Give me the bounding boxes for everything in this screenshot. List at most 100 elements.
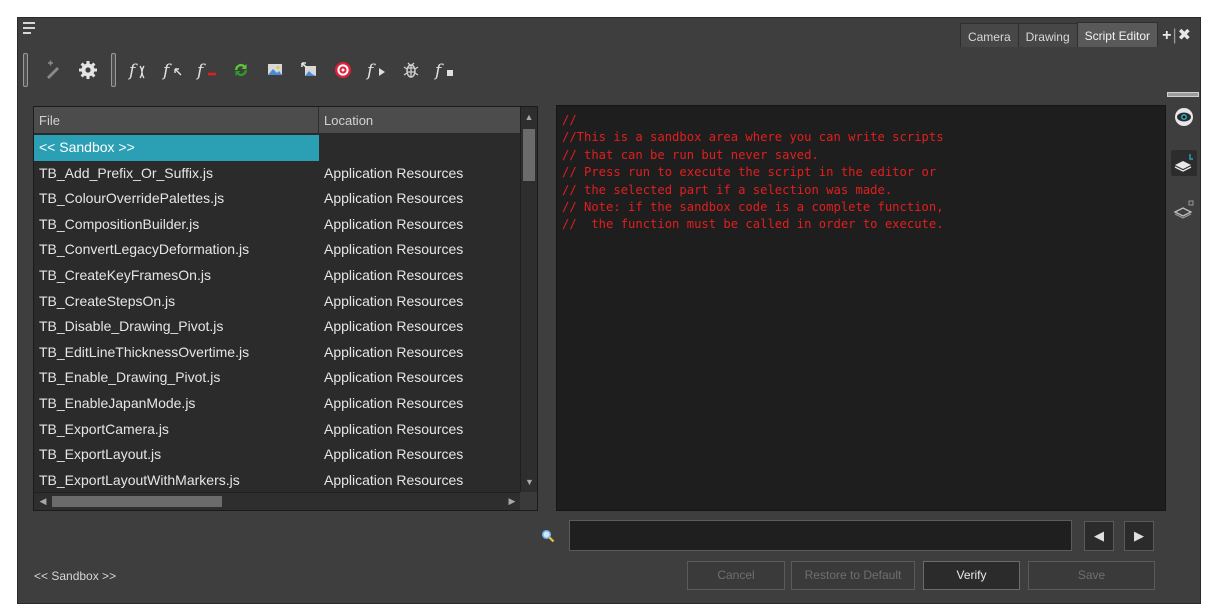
- svg-text:f: f: [196, 61, 206, 80]
- refresh-icon[interactable]: [224, 53, 258, 87]
- table-row[interactable]: TB_ExportLayoutWithMarkers.js Application…: [34, 468, 521, 494]
- toolbar: f f f f f: [23, 51, 462, 89]
- run-function-icon[interactable]: f: [360, 53, 394, 87]
- vertical-scroll-thumb[interactable]: [523, 129, 535, 181]
- export-icon[interactable]: [292, 53, 326, 87]
- search-input[interactable]: [569, 520, 1072, 551]
- table-row[interactable]: TB_CreateStepsOn.js Application Resources: [34, 289, 521, 315]
- table-row[interactable]: TB_ColourOverridePalettes.js Application …: [34, 186, 521, 212]
- file-location-cell: Application Resources: [324, 420, 464, 437]
- file-name-cell: TB_CompositionBuilder.js: [39, 215, 200, 232]
- restore-to-default-button[interactable]: Restore to Default: [791, 561, 915, 590]
- verify-button[interactable]: Verify: [923, 561, 1020, 590]
- code-line: // Press run to execute the script in th…: [562, 165, 937, 180]
- svg-text:f: f: [366, 61, 376, 80]
- table-body: << Sandbox >> TB_Add_Prefix_Or_Suffix.js A…: [34, 135, 521, 493]
- svg-text:f: f: [434, 61, 444, 80]
- next-match-button[interactable]: ▶: [1124, 521, 1154, 551]
- stop-function-icon[interactable]: f: [428, 53, 462, 87]
- file-name-cell: TB_Add_Prefix_Or_Suffix.js: [39, 164, 214, 181]
- layer-light-table-icon[interactable]: [1171, 150, 1197, 176]
- column-header-file[interactable]: File: [34, 107, 319, 133]
- file-name-cell: TB_Disable_Drawing_Pivot.js: [39, 318, 224, 335]
- side-toolbar-grip[interactable]: [1167, 92, 1199, 97]
- toolbar-grip-handle[interactable]: [23, 53, 28, 87]
- close-tab-icon[interactable]: ✖: [1178, 27, 1192, 44]
- table-row[interactable]: TB_Disable_Drawing_Pivot.js Application R…: [34, 314, 521, 340]
- tab-script-editor[interactable]: Script Editor: [1076, 22, 1158, 47]
- table-row[interactable]: TB_Add_Prefix_Or_Suffix.js Application Re…: [34, 161, 521, 187]
- previous-match-button[interactable]: ◀: [1084, 521, 1114, 551]
- scrollbar-corner: [520, 492, 537, 510]
- search-icon: [541, 529, 555, 543]
- tab-camera[interactable]: Camera: [959, 23, 1019, 47]
- code-editor[interactable]: // //This is a sandbox area where you can…: [556, 105, 1166, 511]
- file-name-cell: TB_EnableJapanMode.js: [39, 394, 196, 411]
- file-location-cell: Application Resources: [324, 190, 464, 207]
- code-line: // the selected part if a selection was …: [562, 182, 893, 197]
- file-location-cell: Application Resources: [324, 292, 464, 309]
- file-location-cell: [319, 135, 521, 161]
- file-name-cell: TB_ConvertLegacyDeformation.js: [39, 241, 250, 258]
- panel-menu-icon[interactable]: [23, 22, 39, 40]
- table-row[interactable]: TB_EditLineThicknessOvertime.js Applicati…: [34, 340, 521, 366]
- table-row[interactable]: TB_ExportCamera.js Application Resources: [34, 417, 521, 443]
- file-location-cell: Application Resources: [324, 241, 464, 258]
- horizontal-scroll-thumb[interactable]: [52, 496, 222, 507]
- cancel-button[interactable]: Cancel: [687, 561, 785, 590]
- vertical-scrollbar[interactable]: ▲ ▼: [520, 107, 537, 492]
- scroll-right-icon[interactable]: ▶: [503, 493, 521, 510]
- script-editor-window: Camera Drawing Script Editor +|✖ f f f f…: [17, 17, 1201, 604]
- horizontal-scrollbar[interactable]: ◀ ▶: [34, 492, 521, 510]
- settings-gear-icon[interactable]: [71, 53, 105, 87]
- file-location-cell: Application Resources: [324, 369, 464, 386]
- tab-actions: +|✖: [1162, 25, 1192, 45]
- table-row[interactable]: TB_ExportLayout.js Application Resources: [34, 442, 521, 468]
- column-header-location[interactable]: Location: [319, 107, 521, 133]
- tab-drawing[interactable]: Drawing: [1017, 23, 1078, 47]
- svg-text:f: f: [162, 61, 172, 80]
- script-file-table: File Location << Sandbox >> TB_Add_Prefix…: [33, 106, 538, 511]
- target-icon[interactable]: [326, 53, 360, 87]
- file-location-cell: Application Resources: [324, 446, 464, 463]
- eye-icon[interactable]: [1171, 104, 1197, 130]
- table-row[interactable]: << Sandbox >>: [34, 135, 521, 161]
- table-row[interactable]: TB_Enable_Drawing_Pivot.js Application Re…: [34, 365, 521, 391]
- save-button[interactable]: Save: [1028, 561, 1155, 590]
- code-line: // Note: if the sandbox code is a comple…: [562, 200, 944, 215]
- toolbar-separator: [111, 53, 116, 87]
- file-location-cell: Application Resources: [324, 215, 464, 232]
- new-script-icon[interactable]: [37, 53, 71, 87]
- delete-function-icon[interactable]: f: [190, 53, 224, 87]
- file-location-cell: Application Resources: [324, 394, 464, 411]
- table-row[interactable]: TB_CreateKeyFramesOn.js Application Resou…: [34, 263, 521, 289]
- file-name-cell: TB_ExportLayout.js: [39, 446, 162, 463]
- scroll-up-icon[interactable]: ▲: [521, 107, 537, 127]
- file-name-cell: TB_ExportLayoutWithMarkers.js: [39, 471, 240, 488]
- file-location-cell: Application Resources: [324, 164, 464, 181]
- table-header: File Location: [34, 107, 521, 134]
- side-toolbar: [1167, 92, 1201, 292]
- table-row[interactable]: TB_CompositionBuilder.js Application Reso…: [34, 212, 521, 238]
- table-row[interactable]: TB_EnableJapanMode.js Application Resourc…: [34, 391, 521, 417]
- file-name-cell: << Sandbox >>: [34, 135, 319, 161]
- file-location-cell: Application Resources: [324, 318, 464, 335]
- scroll-left-icon[interactable]: ◀: [34, 493, 52, 510]
- add-tab-icon[interactable]: +: [1162, 27, 1172, 44]
- svg-text:f: f: [128, 61, 138, 80]
- file-name-cell: TB_CreateKeyFramesOn.js: [39, 266, 211, 283]
- import-icon[interactable]: [258, 53, 292, 87]
- current-script-label: << Sandbox >>: [34, 569, 117, 583]
- file-name-cell: TB_ExportCamera.js: [39, 420, 169, 437]
- debug-bug-icon[interactable]: [394, 53, 428, 87]
- table-row[interactable]: TB_ConvertLegacyDeformation.js Applicatio…: [34, 237, 521, 263]
- code-line: // that can be run but never saved.: [562, 147, 819, 162]
- scroll-down-icon[interactable]: ▼: [521, 472, 537, 492]
- find-function-icon[interactable]: f: [156, 53, 190, 87]
- file-location-cell: Application Resources: [324, 471, 464, 488]
- view-tabs: Camera Drawing Script Editor: [959, 22, 1158, 47]
- code-line: //This is a sandbox area where you can w…: [562, 130, 944, 145]
- layer-icon[interactable]: [1171, 197, 1197, 223]
- function-target-icon[interactable]: f: [122, 53, 156, 87]
- file-name-cell: TB_Enable_Drawing_Pivot.js: [39, 369, 221, 386]
